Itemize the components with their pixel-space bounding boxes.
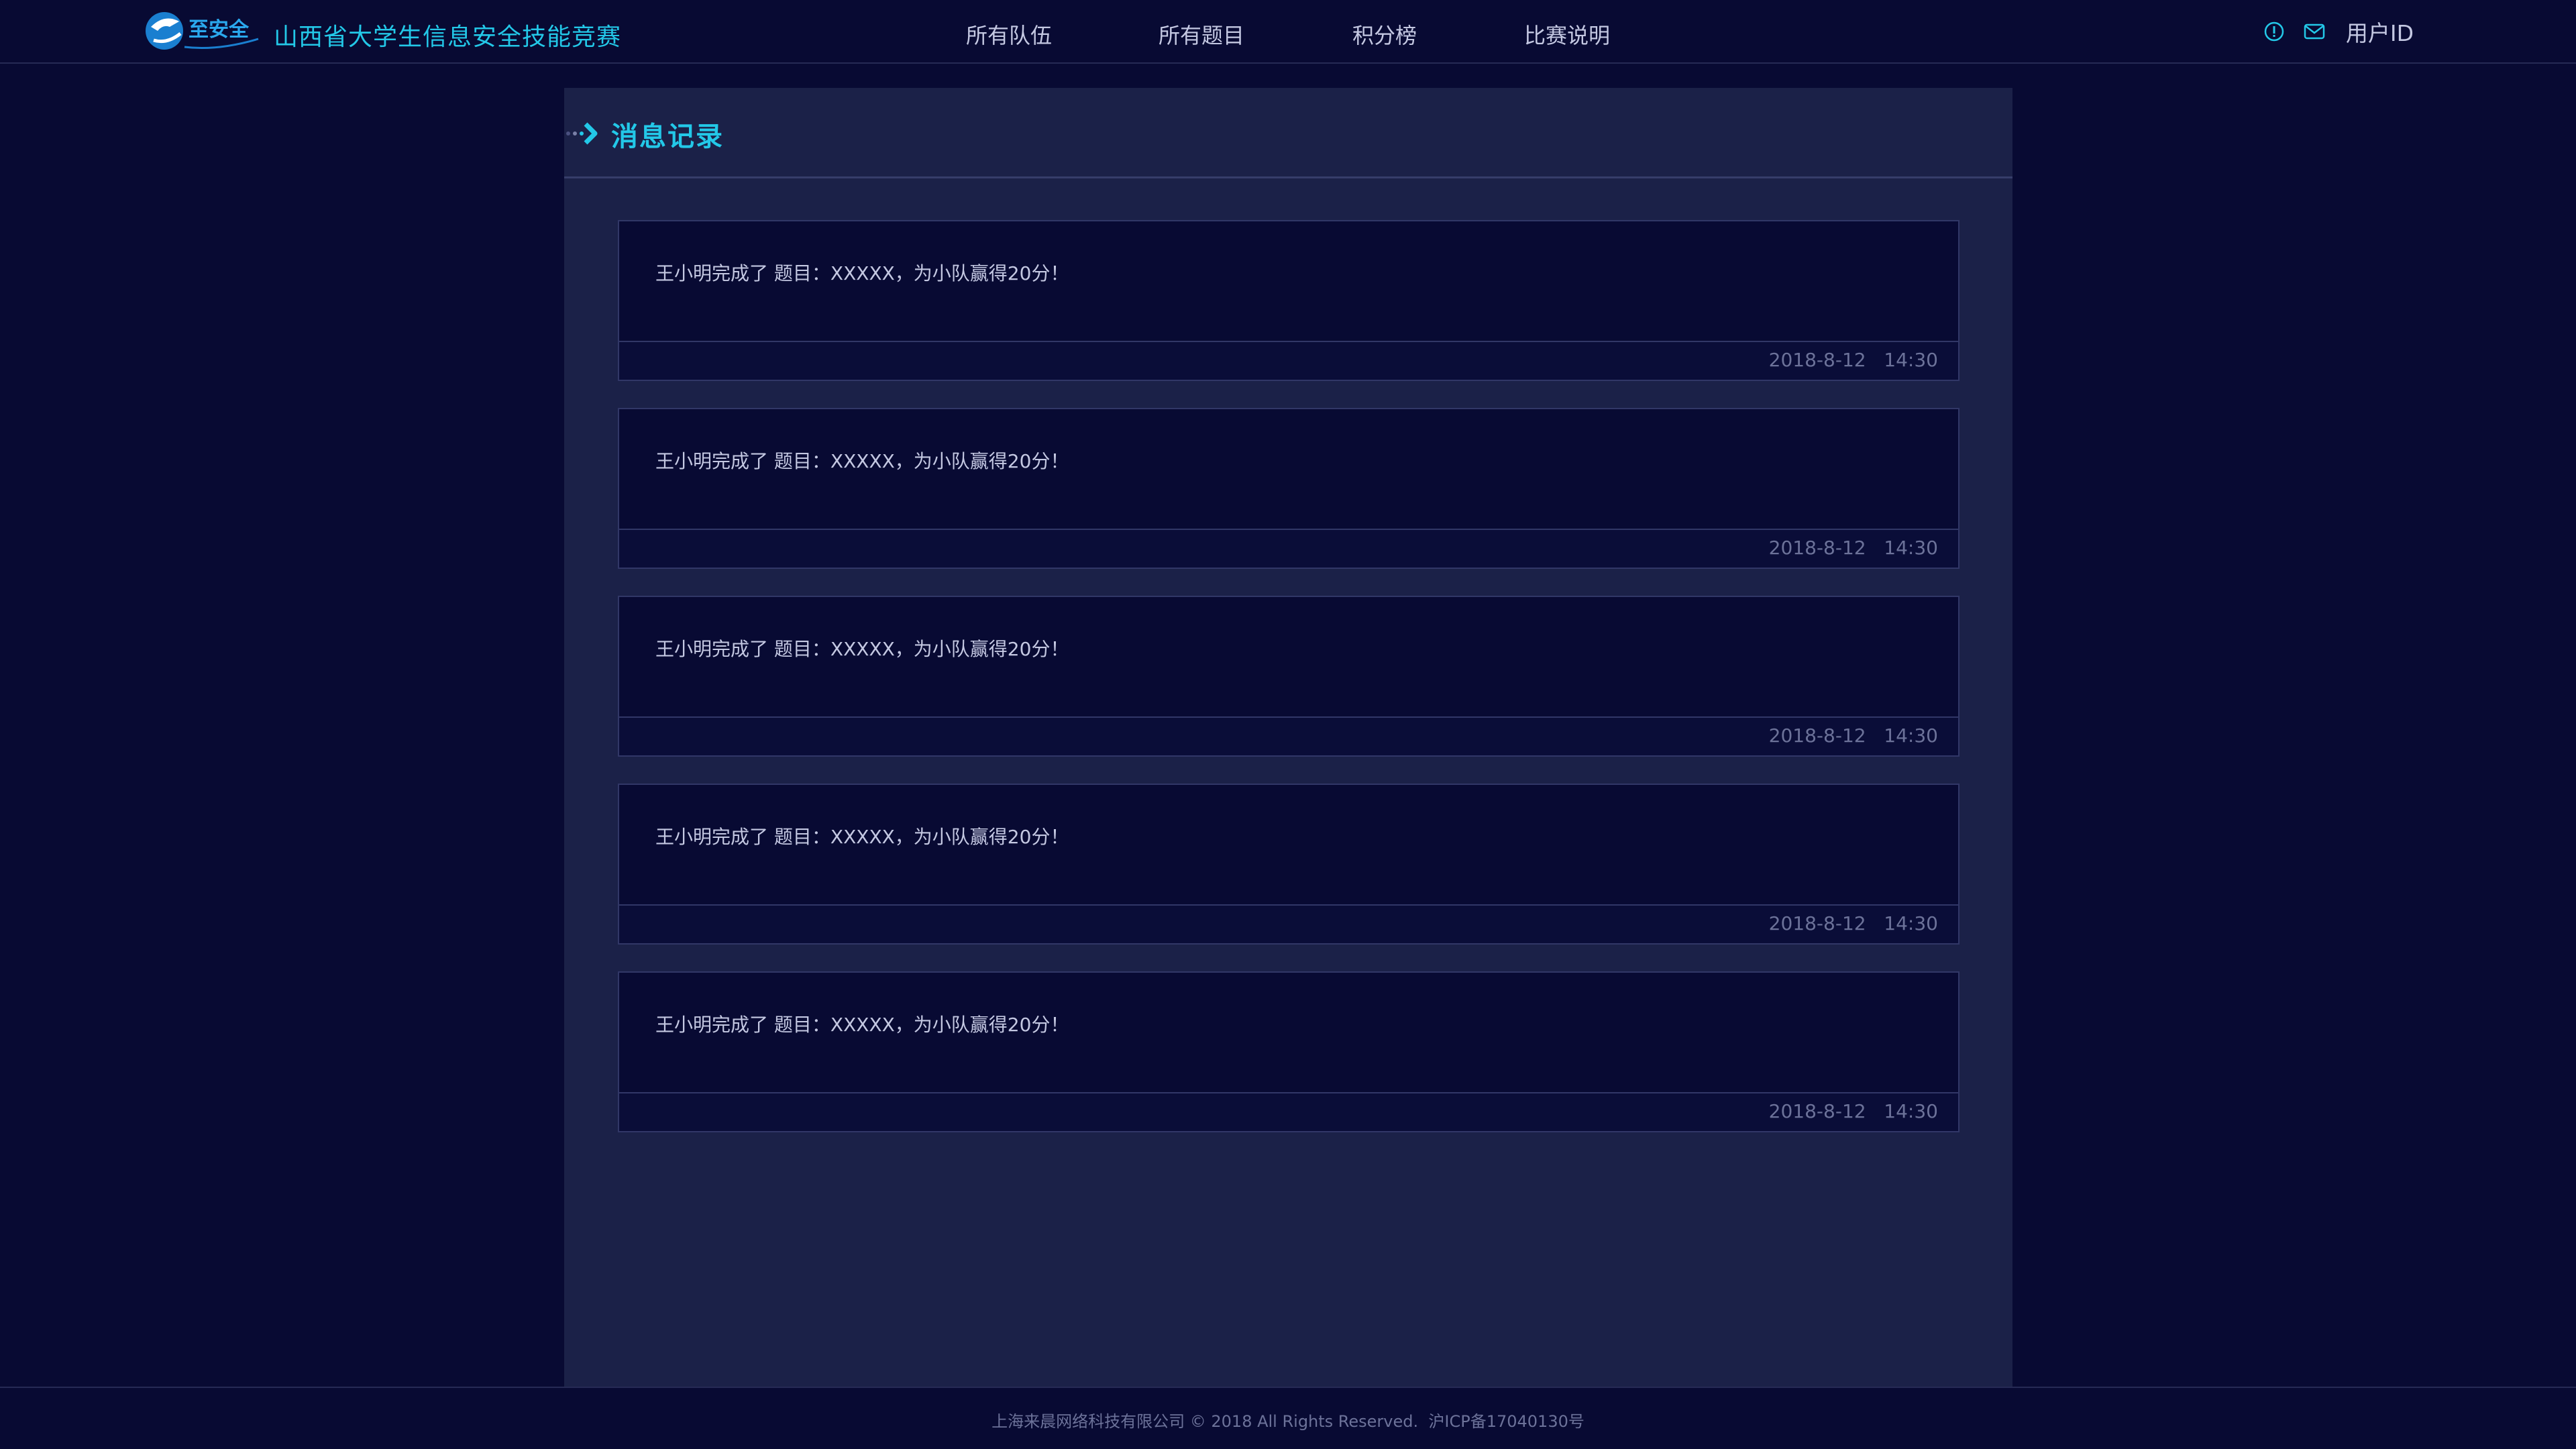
message-text: 王小明完成了 题目：XXXXX，为小队赢得20分！ [655, 826, 1069, 848]
logo-text: 至安全 [189, 18, 250, 42]
message-time: 14:30 [1884, 724, 1938, 747]
message-card: 王小明完成了 题目：XXXXX，为小队赢得20分！ 2018-8-12 14:3… [618, 596, 1960, 757]
message-text: 王小明完成了 题目：XXXXX，为小队赢得20分！ [655, 1014, 1069, 1036]
top-navbar: 至安全 山西省大学生信息安全技能竞赛 所有队伍 所有题目 积分榜 比赛说明 用户… [0, 0, 2576, 64]
icp-link[interactable]: 沪ICP备17040130号 [1428, 1412, 1584, 1431]
message-time: 14:30 [1884, 912, 1938, 934]
message-text: 王小明完成了 题目：XXXXX，为小队赢得20分！ [655, 638, 1069, 660]
message-text: 王小明完成了 题目：XXXXX，为小队赢得20分！ [655, 262, 1069, 284]
nav-rules[interactable]: 比赛说明 [1524, 19, 1610, 50]
message-time: 14:30 [1884, 349, 1938, 371]
nav-all-challenges[interactable]: 所有题目 [1159, 19, 1244, 50]
copyright-text: 上海来晨网络科技有限公司 © 2018 All Rights Reserved. [991, 1412, 1419, 1431]
footer-text: 上海来晨网络科技有限公司 © 2018 All Rights Reserved.… [991, 1408, 1585, 1432]
message-card: 王小明完成了 题目：XXXXX，为小队赢得20分！ 2018-8-12 14:3… [618, 220, 1960, 381]
message-card: 王小明完成了 题目：XXXXX，为小队赢得20分！ 2018-8-12 14:3… [618, 408, 1960, 569]
message-footer: 2018-8-12 14:30 [619, 1092, 1958, 1131]
message-log-panel: 消息记录 王小明完成了 题目：XXXXX，为小队赢得20分！ 2018-8-12… [564, 88, 2012, 1387]
brand-logo[interactable]: 至安全 [144, 7, 262, 55]
message-date: 2018-8-12 [1768, 912, 1866, 934]
message-time: 14:30 [1884, 537, 1938, 559]
message-timestamp: 2018-8-12 14:30 [1769, 724, 1938, 747]
message-timestamp: 2018-8-12 14:30 [1769, 349, 1938, 371]
site-title[interactable]: 山西省大学生信息安全技能竞赛 [274, 17, 621, 52]
message-date: 2018-8-12 [1768, 349, 1866, 371]
message-timestamp: 2018-8-12 14:30 [1769, 537, 1938, 559]
message-date: 2018-8-12 [1768, 724, 1866, 747]
nav-scoreboard[interactable]: 积分榜 [1352, 19, 1417, 50]
page-title: 消息记录 [611, 121, 724, 152]
message-footer: 2018-8-12 14:30 [619, 529, 1958, 568]
message-text: 王小明完成了 题目：XXXXX，为小队赢得20分！ [655, 450, 1069, 472]
message-timestamp: 2018-8-12 14:30 [1769, 1100, 1938, 1122]
message-footer: 2018-8-12 14:30 [619, 904, 1958, 943]
message-timestamp: 2018-8-12 14:30 [1769, 912, 1938, 934]
user-area: 用户ID [2263, 17, 2414, 46]
message-time: 14:30 [1884, 1100, 1938, 1122]
panel-header: 消息记录 [564, 88, 2012, 178]
user-id-link[interactable]: 用户ID [2346, 15, 2414, 48]
message-date: 2018-8-12 [1768, 537, 1866, 559]
nav-all-teams[interactable]: 所有队伍 [966, 19, 1052, 50]
message-card: 王小明完成了 题目：XXXXX，为小队赢得20分！ 2018-8-12 14:3… [618, 784, 1960, 945]
mail-icon[interactable] [2303, 20, 2326, 43]
message-footer: 2018-8-12 14:30 [619, 341, 1958, 380]
message-list: 王小明完成了 题目：XXXXX，为小队赢得20分！ 2018-8-12 14:3… [618, 220, 1960, 1159]
info-circle-icon[interactable] [2263, 20, 2286, 43]
message-card: 王小明完成了 题目：XXXXX，为小队赢得20分！ 2018-8-12 14:3… [618, 971, 1960, 1132]
page-footer: 上海来晨网络科技有限公司 © 2018 All Rights Reserved.… [0, 1387, 2576, 1449]
message-footer: 2018-8-12 14:30 [619, 716, 1958, 755]
message-date: 2018-8-12 [1768, 1100, 1866, 1122]
chevron-right-icon [566, 122, 598, 145]
